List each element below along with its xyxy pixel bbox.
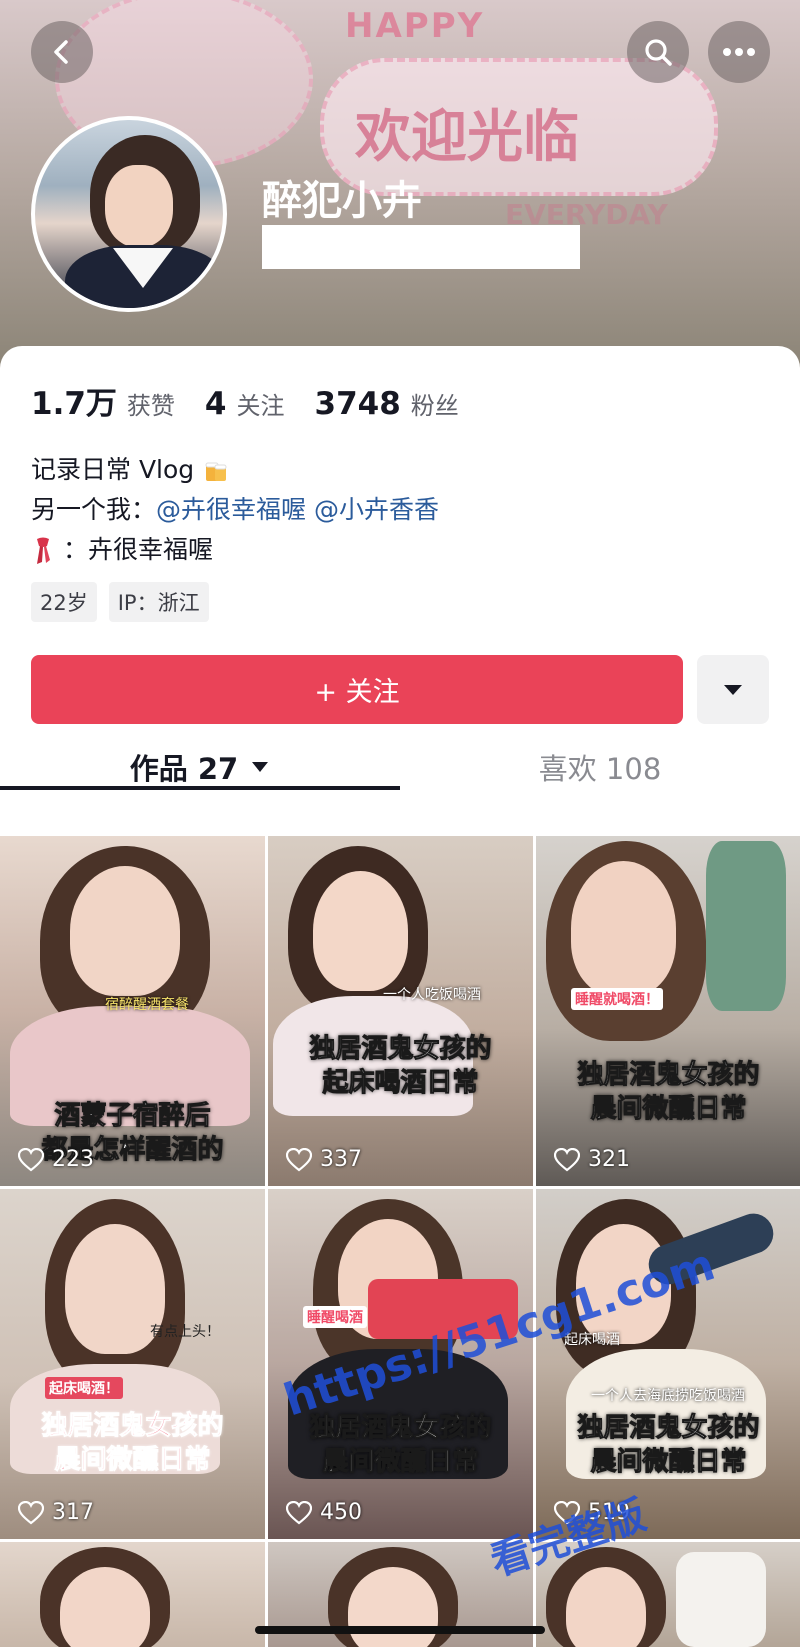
mention-link-1[interactable]: @卉很幸福喔 [156,495,306,524]
video-tile[interactable]: 有点上头！ 起床喝酒！ 独居酒鬼女孩的 晨间微醺日常 317 [0,1189,265,1539]
bio-line-2: 另一个我：@卉很幸福喔 @小卉香香 [31,490,439,530]
search-icon [645,39,672,66]
bio-text: 记录日常 Vlog [31,455,195,484]
back-button[interactable] [31,21,93,83]
video-subcaption: 起床喝酒！ [45,1377,123,1399]
like-count-value: 450 [320,1500,362,1525]
banner-welcome-text: 欢迎光临 [355,105,579,170]
video-caption: 独居酒鬼女孩的 晨间微醺日常 [577,1413,760,1478]
stat-value: 1.7万 [31,386,117,422]
active-tab-indicator [0,786,400,790]
caret-down-icon [724,684,742,695]
tab-works[interactable]: 作品 27 [0,734,400,800]
video-subcaption: 宿醉醒酒套餐 [105,997,189,1013]
bio-line-1: 记录日常 Vlog [31,450,439,490]
tab-label: 喜欢 108 [538,752,662,786]
more-button[interactable] [708,21,770,83]
beer-icon [205,462,227,481]
video-tile[interactable] [0,1542,265,1647]
video-caption: 独居酒鬼女孩的 晨间微醺日常 [577,1060,760,1125]
heart-icon [18,1147,44,1171]
video-tile[interactable]: 起床喝酒 一个人去海底捞吃饭喝酒 独居酒鬼女孩的 晨间微醺日常 519 [536,1189,800,1539]
recommend-dropdown-button[interactable] [697,655,769,724]
video-like-count: 450 [286,1500,362,1525]
home-indicator [255,1626,545,1634]
video-like-count: 321 [554,1147,630,1172]
tab-likes[interactable]: 喜欢 108 [400,734,800,800]
profile-stats: 1.7万 获赞 4 关注 3748 粉丝 [31,378,489,423]
video-caption: 独居酒鬼女孩的 起床喝酒日常 [309,1034,492,1099]
search-button[interactable] [627,21,689,83]
nickname: 醉犯小卉 [262,178,422,224]
profile-tabs: 作品 27 喜欢 108 [0,734,800,814]
heart-icon [554,1147,580,1171]
chevron-left-icon [54,40,68,64]
stat-label: 关注 [236,392,285,420]
video-tile[interactable]: 一个人吃饭喝酒 独居酒鬼女孩的 起床喝酒日常 337 [268,836,533,1186]
video-like-count: 337 [286,1147,362,1172]
stat-label: 粉丝 [410,392,459,420]
stat-value: 4 [204,386,227,422]
bio-text: 另一个我： [31,495,157,524]
tab-label: 作品 27 [129,752,239,786]
caret-down-icon [252,762,269,772]
stat-followers[interactable]: 3748 粉丝 [315,386,459,422]
heart-icon [286,1147,312,1171]
video-subcaption-2: 一个人去海底捞吃饭喝酒 [591,1388,745,1404]
heart-icon [286,1500,312,1524]
avatar[interactable] [31,116,227,312]
bio-text: ：卉很幸福喔 [62,535,213,564]
profile-header: HAPPY 欢迎光临 EVERYDAY 醉犯小卉 [0,0,800,380]
like-count-value: 337 [320,1147,362,1172]
ip-tag: IP：浙江 [108,582,209,622]
bio: 记录日常 Vlog 另一个我：@卉很幸福喔 @小卉香香 ：卉很幸福喔 [31,450,439,570]
profile-tags: 22岁 IP：浙江 [31,582,221,622]
stat-likes[interactable]: 1.7万 获赞 [31,378,175,423]
age-tag: 22岁 [31,582,97,622]
banner-happy-text: HAPPY [345,6,485,46]
video-tile[interactable]: 睡醒就喝酒！ 独居酒鬼女孩的 晨间微醺日常 321 [536,836,800,1186]
redacted-id-bar [262,225,580,269]
bio-line-3: ：卉很幸福喔 [31,530,439,570]
more-dots-icon [723,48,755,56]
mention-link-2[interactable]: @小卉香香 [314,495,439,524]
video-like-count: 317 [18,1500,94,1525]
like-count-value: 223 [52,1147,94,1172]
scarf-icon [37,537,50,564]
video-subcaption-2: 有点上头！ [150,1324,220,1340]
like-count-value: 321 [588,1147,630,1172]
follow-button[interactable]: + 关注 [31,655,683,724]
video-subcaption: 一个人吃饭喝酒 [383,987,481,1003]
video-tile[interactable]: 宿醉醒酒套餐 酒蒙子宿醉后 都是怎样醒酒的 223 [0,836,265,1186]
stat-label: 获赞 [126,392,175,420]
video-subcaption: 睡醒就喝酒！ [571,988,663,1010]
heart-icon [18,1500,44,1524]
video-caption: 独居酒鬼女孩的 晨间微醺日常 [41,1411,224,1476]
like-count-value: 317 [52,1500,94,1525]
stat-following[interactable]: 4 关注 [205,386,285,422]
video-subcaption: 睡醒喝酒 [303,1306,367,1328]
stat-value: 3748 [314,386,401,422]
video-like-count: 223 [18,1147,94,1172]
